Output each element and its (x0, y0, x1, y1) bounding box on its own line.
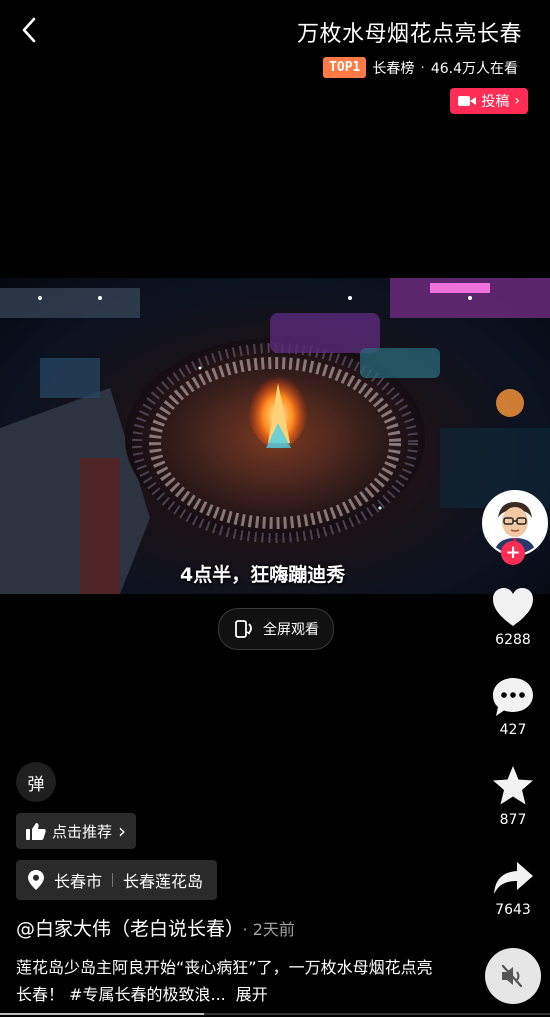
location-place: 长春莲花岛 (123, 872, 204, 891)
post-button[interactable]: 投稿 › (450, 88, 528, 114)
location-divider (112, 873, 114, 887)
follow-button[interactable]: + (501, 541, 525, 565)
video-camera-icon (458, 96, 477, 106)
video-frame-illustration (0, 278, 550, 594)
rotate-phone-icon (235, 620, 252, 638)
author-line: @白家大伟（老白说长春） · 2天前 (16, 914, 295, 941)
recommend-label: 点击推荐 (52, 822, 113, 841)
mute-button[interactable] (485, 948, 541, 1004)
rank-info[interactable]: TOP1 长春榜 · 46.4万人在看 (323, 57, 518, 78)
video-description: 莲花岛少岛主阿良开始“丧心病狂”了，一万枚水母烟花点亮长春！ #专属长春的极致浪… (16, 954, 436, 1008)
danmu-toggle[interactable]: 弹 (16, 762, 56, 802)
favorite-button[interactable]: 877 (478, 764, 548, 828)
board-name: 长春榜 (372, 60, 415, 77)
fullscreen-button[interactable]: 全屏观看 (218, 608, 334, 650)
description-text: 莲花岛少岛主阿良开始“丧心病狂”了，一万枚水母烟花点亮长春！ #专属长春的极致浪… (16, 958, 433, 1004)
post-chevron: › (514, 93, 520, 109)
separator: · (420, 59, 425, 76)
comment-button[interactable]: 427 (478, 676, 548, 738)
comment-count: 427 (499, 722, 527, 738)
heart-icon (493, 588, 533, 626)
like-count: 6288 (495, 632, 531, 648)
location-city: 长春市 (54, 872, 103, 891)
location-tag[interactable]: 长春市 长春莲花岛 (16, 860, 218, 900)
post-label: 投稿 (481, 94, 510, 110)
video-progress-bar[interactable] (0, 1013, 550, 1015)
speaker-muted-icon (501, 964, 523, 988)
top-badge: TOP1 (323, 57, 367, 78)
progress-fill (0, 1013, 204, 1015)
favorite-count: 877 (499, 812, 527, 828)
star-icon (493, 766, 533, 805)
location-pin-icon (28, 870, 44, 890)
thumbs-up-icon (26, 823, 46, 840)
like-button[interactable]: 6288 (478, 586, 548, 648)
recommend-button[interactable]: 点击推荐 › (16, 813, 137, 849)
author-name[interactable]: @白家大伟（老白说长春） (16, 918, 235, 940)
chevron-left-icon (22, 17, 36, 43)
share-arrow-icon (494, 862, 533, 894)
share-button[interactable]: 7643 (478, 858, 548, 918)
recommend-chevron: › (118, 819, 127, 843)
post-time: · 2天前 (242, 920, 295, 939)
danmu-label: 弹 (27, 774, 45, 795)
expand-button[interactable]: 展开 (236, 985, 268, 1004)
viewer-count: 46.4万人在看 (430, 60, 518, 77)
share-count: 7643 (495, 902, 531, 918)
speech-bubble-icon (493, 678, 533, 716)
back-button[interactable] (14, 14, 46, 46)
video-caption: 4点半，狂嗨蹦迪秀 (180, 564, 346, 586)
page-title: 万枚水母烟花点亮长春 (296, 22, 522, 47)
video-player[interactable] (0, 278, 550, 594)
fullscreen-label: 全屏观看 (263, 622, 319, 638)
